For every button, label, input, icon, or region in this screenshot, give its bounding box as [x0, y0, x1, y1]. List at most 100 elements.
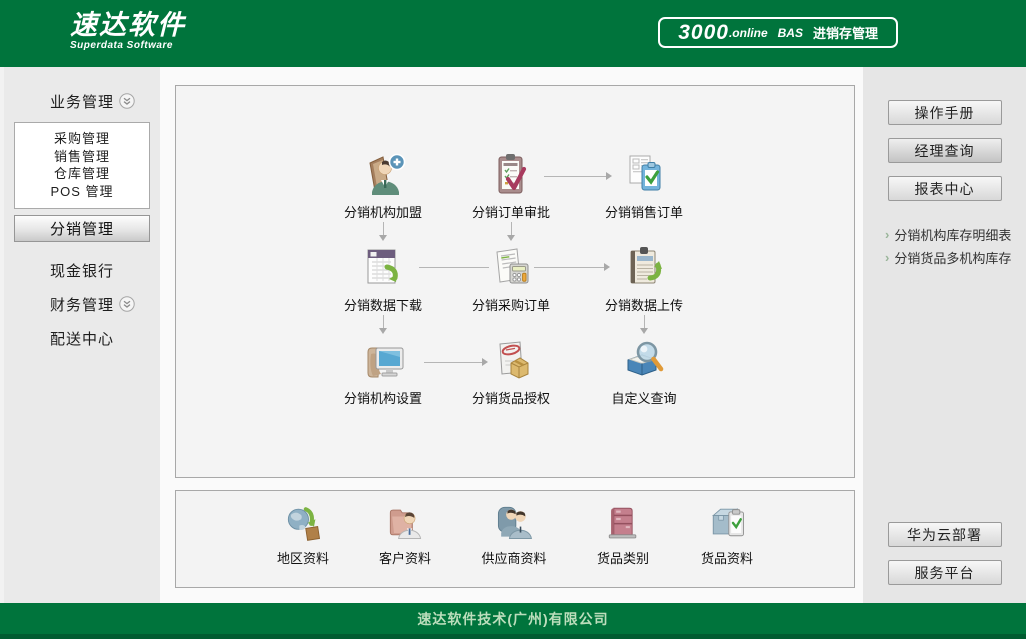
- app-window: 速达软件 Superdata Software 3000 .online BAS…: [0, 0, 1026, 639]
- link-org-stock-detail[interactable]: › 分销机构库存明细表: [863, 223, 1026, 246]
- base-data-panel: 地区资料 客户资料: [175, 490, 855, 588]
- report-center-button[interactable]: 报表中心: [888, 176, 1002, 201]
- product-badge: 3000 .online BAS 进销存管理: [658, 17, 898, 48]
- sidebar-item-finance[interactable]: 财务管理: [50, 294, 160, 314]
- flow-connector: [534, 267, 604, 268]
- logo-title: 速达软件: [70, 11, 186, 39]
- goods-category-icon: [601, 500, 645, 544]
- business-submenu: 采购管理 销售管理 仓库管理 POS 管理: [14, 122, 150, 209]
- sidebar-item-warehouse[interactable]: 仓库管理: [15, 165, 149, 183]
- logo-subtitle: Superdata Software: [70, 40, 186, 51]
- flow-connector: [383, 222, 384, 235]
- goods-authorize-icon: [487, 336, 535, 384]
- distribution-flow-panel: 分销机构加盟: [175, 85, 855, 478]
- flow-item-goods-authorize[interactable]: 分销货品授权: [451, 336, 571, 407]
- sidebar-item-delivery[interactable]: 配送中心: [50, 328, 160, 348]
- flow-arrowhead: [507, 235, 515, 241]
- link-label: 分销货品多机构库存: [894, 248, 1011, 267]
- sidebar-item-label: 配送中心: [50, 328, 114, 349]
- logo: 速达软件 Superdata Software: [70, 11, 186, 51]
- footer-company-text: 速达软件技术(广州)有限公司: [417, 609, 608, 629]
- badge-bas-label: BAS: [778, 26, 803, 40]
- base-item-customer[interactable]: 客户资料: [350, 500, 460, 567]
- link-label: 分销机构库存明细表: [894, 225, 1011, 244]
- flow-item-purchase-order[interactable]: 分销采购订单: [451, 243, 571, 314]
- base-item-goods-category[interactable]: 货品类别: [568, 500, 678, 567]
- flow-item-org-settings[interactable]: 分销机构设置: [323, 336, 443, 407]
- left-sidebar: 业务管理 采购管理 销售管理 仓库管理 POS 管理 分销管理 现金银行 财务管…: [0, 67, 160, 603]
- flow-arrowhead: [604, 263, 610, 271]
- customer-data-icon: [383, 500, 427, 544]
- order-approve-icon: [487, 150, 535, 198]
- flow-item-label: 自定义查询: [611, 388, 676, 407]
- footer: 速达软件技术(广州)有限公司: [0, 603, 1026, 639]
- base-item-label: 货品资料: [701, 548, 753, 567]
- data-download-icon: [359, 243, 407, 291]
- sidebar-item-cash-bank[interactable]: 现金银行: [50, 260, 160, 280]
- chevron-double-down-icon: [119, 93, 135, 109]
- bottom-buttons: 华为云部署 服务平台: [888, 522, 1002, 585]
- sidebar-item-business[interactable]: 业务管理: [50, 91, 160, 111]
- flow-item-label: 分销机构加盟: [344, 202, 422, 221]
- flow-arrowhead: [482, 358, 488, 366]
- flow-item-data-download[interactable]: 分销数据下载: [323, 243, 443, 314]
- org-settings-icon: [359, 336, 407, 384]
- flow-item-custom-query[interactable]: 自定义查询: [584, 336, 704, 407]
- flow-connector: [511, 222, 512, 235]
- base-item-goods-data[interactable]: 货品资料: [672, 500, 782, 567]
- right-sidebar: 操作手册 经理查询 报表中心 › 分销机构库存明细表 › 分销货品多机构库存 华…: [863, 67, 1026, 603]
- sidebar-item-label: 现金银行: [50, 260, 114, 281]
- sidebar-item-pos[interactable]: POS 管理: [15, 183, 149, 201]
- sidebar-item-label: 财务管理: [50, 294, 114, 315]
- manager-query-button[interactable]: 经理查询: [888, 138, 1002, 163]
- base-item-label: 货品类别: [597, 548, 649, 567]
- flow-item-sales-order[interactable]: 分销销售订单: [584, 150, 704, 221]
- badge-online-label: .online: [729, 26, 768, 40]
- flow-arrowhead: [379, 235, 387, 241]
- member-join-icon: [359, 150, 407, 198]
- chevron-right-icon: ›: [885, 250, 889, 265]
- report-links: › 分销机构库存明细表 › 分销货品多机构库存: [863, 223, 1026, 269]
- region-data-icon: [281, 500, 325, 544]
- flow-item-label: 分销销售订单: [605, 202, 683, 221]
- link-goods-multi-org-stock[interactable]: › 分销货品多机构库存: [863, 246, 1026, 269]
- main-content: 分销机构加盟: [160, 67, 863, 603]
- sidebar-item-label: 业务管理: [50, 91, 114, 112]
- sidebar-item-sales[interactable]: 销售管理: [15, 148, 149, 166]
- header: 速达软件 Superdata Software 3000 .online BAS…: [0, 0, 1026, 67]
- base-item-region[interactable]: 地区资料: [248, 500, 358, 567]
- goods-data-icon: [705, 500, 749, 544]
- base-item-label: 地区资料: [277, 548, 329, 567]
- flow-arrowhead: [606, 172, 612, 180]
- service-platform-button[interactable]: 服务平台: [888, 560, 1002, 585]
- flow-item-label: 分销数据上传: [605, 295, 683, 314]
- base-item-label: 供应商资料: [481, 548, 546, 567]
- sidebar-item-purchase[interactable]: 采购管理: [15, 130, 149, 148]
- supplier-data-icon: [492, 500, 536, 544]
- base-item-label: 客户资料: [379, 548, 431, 567]
- flow-item-label: 分销数据下载: [344, 295, 422, 314]
- flow-item-data-upload[interactable]: 分销数据上传: [584, 243, 704, 314]
- flow-item-member-join[interactable]: 分销机构加盟: [323, 150, 443, 221]
- flow-connector: [544, 176, 606, 177]
- flow-item-label: 分销订单审批: [472, 202, 550, 221]
- sidebar-item-distribution-selected[interactable]: 分销管理: [14, 215, 150, 242]
- huawei-cloud-button[interactable]: 华为云部署: [888, 522, 1002, 547]
- flow-item-order-approve[interactable]: 分销订单审批: [451, 150, 571, 221]
- chevron-right-icon: ›: [885, 227, 889, 242]
- badge-product-number: 3000: [678, 21, 729, 45]
- flow-item-label: 分销机构设置: [344, 388, 422, 407]
- manual-button[interactable]: 操作手册: [888, 100, 1002, 125]
- flow-arrowhead: [640, 328, 648, 334]
- flow-connector: [419, 267, 489, 268]
- chevron-double-down-icon: [119, 296, 135, 312]
- flow-item-label: 分销货品授权: [472, 388, 550, 407]
- sales-order-icon: [620, 150, 668, 198]
- purchase-order-icon: [487, 243, 535, 291]
- flow-connector: [383, 315, 384, 328]
- base-item-supplier[interactable]: 供应商资料: [459, 500, 569, 567]
- body: 业务管理 采购管理 销售管理 仓库管理 POS 管理 分销管理 现金银行 财务管…: [0, 67, 1026, 603]
- flow-arrowhead: [379, 328, 387, 334]
- data-upload-icon: [620, 243, 668, 291]
- flow-item-label: 分销采购订单: [472, 295, 550, 314]
